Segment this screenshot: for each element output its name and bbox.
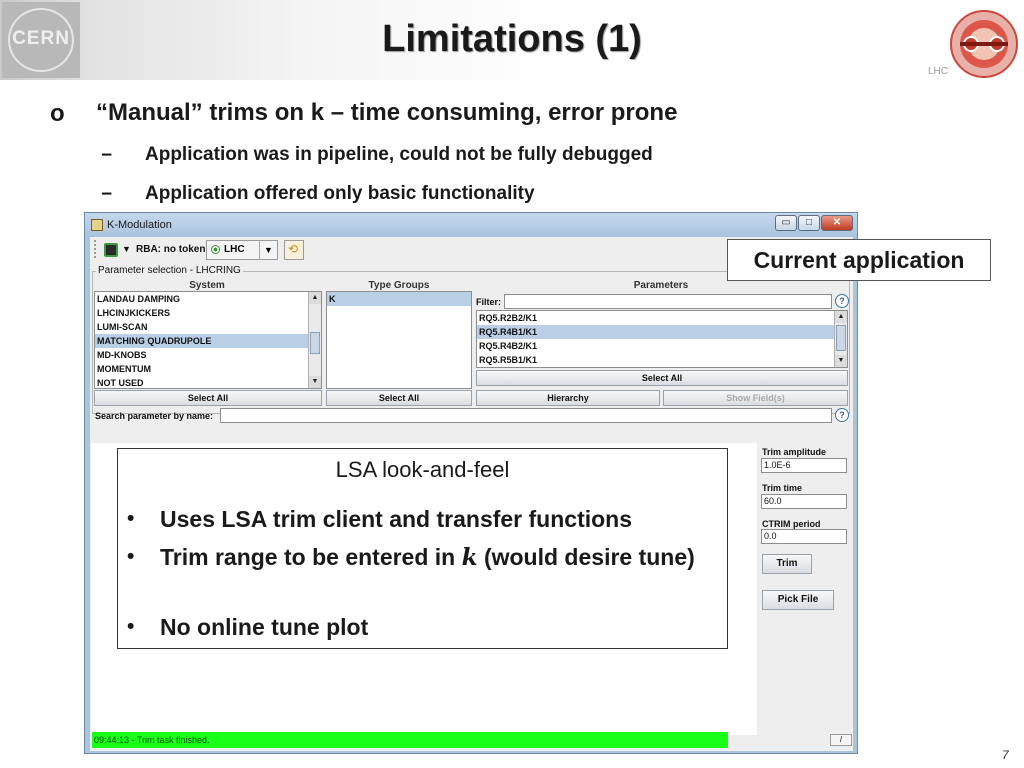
radio-selected-icon xyxy=(211,245,220,254)
sub-bullet-dash: − xyxy=(101,184,113,205)
lsa-box-title: LSA look-and-feel xyxy=(335,457,510,482)
scroll-up-icon[interactable]: ▲ xyxy=(835,311,847,323)
search-input[interactable] xyxy=(220,408,832,423)
minimize-icon: ▭ xyxy=(781,217,791,228)
close-button[interactable]: ✕ xyxy=(821,215,853,231)
scroll-down-icon[interactable]: ▼ xyxy=(309,376,321,388)
sub-bullet-2: Application offered only basic functiona… xyxy=(145,183,535,204)
bullet-line-1: “Manual” trims on k – time consuming, er… xyxy=(96,99,678,126)
type-groups-list[interactable]: K xyxy=(326,291,472,389)
list-item[interactable]: NOT USED xyxy=(95,376,321,388)
trim-time-label: Trim time xyxy=(762,483,803,493)
parameter-selection-label: Parameter selection - LHCRING xyxy=(96,265,243,276)
filter-label: Filter: xyxy=(476,297,502,307)
lsa-look-and-feel-box: LSA look-and-feel • Uses LSA trim client… xyxy=(117,448,728,649)
rba-status-icon[interactable] xyxy=(104,243,118,257)
accelerator-value: LHC xyxy=(224,244,245,255)
bullet-dot: • xyxy=(127,545,135,568)
page-number: 7 xyxy=(1002,748,1009,762)
ctrim-period-input[interactable]: 0.0 xyxy=(761,529,847,544)
bullet-dot: • xyxy=(127,507,135,530)
chevron-down-icon[interactable]: ▼ xyxy=(259,241,277,259)
type-groups-column-header: Type Groups xyxy=(368,280,430,291)
list-item-selected[interactable]: RQ5.R4B1/K1 xyxy=(477,325,847,339)
refresh-button[interactable]: ⟲ xyxy=(284,240,304,260)
app-icon xyxy=(91,219,103,231)
scroll-down-icon[interactable]: ▼ xyxy=(835,355,847,367)
parameters-list[interactable]: RQ5.R2B2/K1 RQ5.R4B1/K1 RQ5.R4B2/K1 RQ5.… xyxy=(476,310,848,368)
list-item[interactable]: RQ5.R2B2/K1 xyxy=(477,311,847,325)
system-column-header: System xyxy=(189,280,225,291)
parameters-column-header: Parameters xyxy=(633,280,689,291)
rba-dropdown-arrow-icon[interactable]: ▼ xyxy=(122,244,131,254)
status-action-button[interactable]: / xyxy=(830,734,852,746)
trim-time-input[interactable]: 60.0 xyxy=(761,494,847,509)
pick-file-button[interactable]: Pick File xyxy=(762,590,834,610)
lhc-logo xyxy=(950,10,1018,78)
filter-input[interactable] xyxy=(504,294,832,309)
toolbar-grip-icon xyxy=(94,240,100,258)
window-title: K-Modulation xyxy=(107,219,172,231)
slide-title: Limitations (1) xyxy=(382,18,642,60)
ctrim-period-label: CTRIM period xyxy=(762,519,821,529)
help-icon[interactable]: ? xyxy=(835,294,849,308)
lsa-item-3: No online tune plot xyxy=(160,614,369,640)
trim-amplitude-input[interactable]: 1.0E-6 xyxy=(761,458,847,473)
scroll-up-icon[interactable]: ▲ xyxy=(309,292,321,304)
current-application-callout: Current application xyxy=(727,239,991,281)
system-list-scrollbar[interactable]: ▲ ▼ xyxy=(308,292,321,388)
system-select-all-button[interactable]: Select All xyxy=(94,390,322,406)
lhc-label: LHC xyxy=(928,66,949,77)
show-fields-button[interactable]: Show Field(s) xyxy=(663,390,848,406)
list-item[interactable]: MOMENTUM xyxy=(95,362,321,376)
bullet-dot: • xyxy=(127,615,135,638)
list-item[interactable]: LANDAU DAMPING xyxy=(95,292,321,306)
sub-bullet-dash: − xyxy=(101,145,113,166)
list-item-selected[interactable]: K xyxy=(327,292,471,306)
scroll-thumb[interactable] xyxy=(836,325,846,351)
accelerator-select[interactable]: LHC ▼ xyxy=(206,240,278,260)
list-item[interactable]: MD-KNOBS xyxy=(95,348,321,362)
parameters-list-scrollbar[interactable]: ▲ ▼ xyxy=(834,311,847,367)
lsa-item-2-k: k xyxy=(461,544,478,571)
lsa-item-2-text: Trim range to be entered in xyxy=(160,544,462,570)
scroll-thumb[interactable] xyxy=(310,332,320,354)
lsa-item-1: Uses LSA trim client and transfer functi… xyxy=(160,506,633,532)
rba-status-text: RBA: no token xyxy=(136,244,206,255)
maximize-button[interactable]: □ xyxy=(798,215,820,231)
list-item[interactable]: LHCINJKICKERS xyxy=(95,306,321,320)
sub-bullet-1: Application was in pipeline, could not b… xyxy=(145,144,653,165)
status-bar: 09:44:13 - Trim task finished. xyxy=(92,732,728,748)
list-item[interactable]: RQ5.R4B2/K1 xyxy=(477,339,847,353)
lsa-item-2: Trim range to be entered in k (would des… xyxy=(160,542,720,573)
list-item[interactable]: RQ5.R5B1/K1 xyxy=(477,353,847,367)
list-item[interactable]: LUMI-SCAN xyxy=(95,320,321,334)
close-icon: ✕ xyxy=(832,217,842,228)
trim-amplitude-label: Trim amplitude xyxy=(762,447,827,457)
minimize-button[interactable]: ▭ xyxy=(775,215,797,231)
window-titlebar[interactable]: K-Modulation ▭ □ ✕ xyxy=(85,213,857,237)
list-item-selected[interactable]: MATCHING QUADRUPOLE xyxy=(95,334,321,348)
system-list[interactable]: LANDAU DAMPING LHCINJKICKERS LUMI-SCAN M… xyxy=(94,291,322,389)
maximize-icon: □ xyxy=(805,217,813,228)
search-label: Search parameter by name: xyxy=(95,411,214,421)
help-icon[interactable]: ? xyxy=(835,408,849,422)
bullet-marker: o xyxy=(50,100,65,127)
refresh-icon: ⟲ xyxy=(288,242,299,256)
trim-button[interactable]: Trim xyxy=(762,554,812,574)
type-groups-select-all-button[interactable]: Select All xyxy=(326,390,472,406)
hierarchy-button[interactable]: Hierarchy xyxy=(476,390,660,406)
parameters-select-all-button[interactable]: Select All xyxy=(476,370,848,386)
lsa-item-2-text-end: (would desire tune) xyxy=(477,544,695,570)
